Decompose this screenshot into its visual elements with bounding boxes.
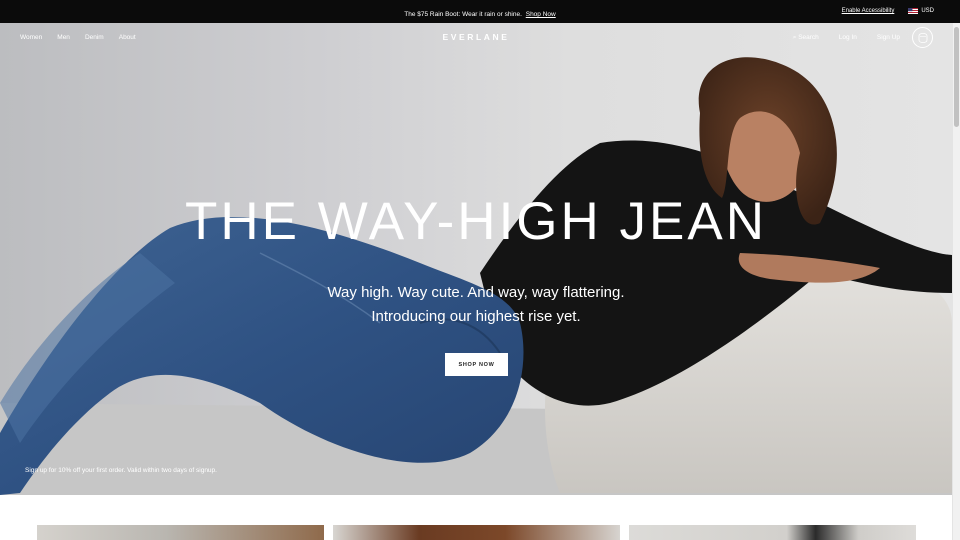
shop-now-button[interactable]: SHOP NOW <box>445 353 508 376</box>
hero-subline: Introducing our highest rise yet. <box>371 308 581 325</box>
category-tile[interactable] <box>629 525 916 540</box>
us-flag-icon <box>908 8 919 14</box>
promo-shop-now-link[interactable]: Shop Now <box>526 11 556 18</box>
search-button[interactable]: ⌕ Search <box>793 34 819 42</box>
hero-photo <box>0 57 952 495</box>
account-nav: ⌕ Search Log In Sign Up <box>793 34 900 42</box>
category-tile[interactable] <box>37 525 324 540</box>
cart-button[interactable] <box>912 27 933 48</box>
scrollbar-thumb[interactable] <box>954 27 959 127</box>
promo-utilities: Enable Accessibility USD <box>842 8 934 14</box>
page-scrollbar[interactable] <box>952 23 960 540</box>
currency-selector[interactable]: USD <box>908 8 934 14</box>
category-tile[interactable] <box>333 525 620 540</box>
signup-offer-note: Sign up for 10% off your first order. Va… <box>25 467 217 474</box>
promo-bar: The $75 Rain Boot: Wear it rain or shine… <box>0 0 960 23</box>
hero-banner[interactable]: Women Men Denim About EVERLANE ⌕ Search … <box>0 23 952 495</box>
enable-accessibility-link[interactable]: Enable Accessibility <box>842 8 895 14</box>
hero-subline: Way high. Way cute. And way, way flatter… <box>327 284 625 301</box>
signup-link[interactable]: Sign Up <box>877 34 900 42</box>
hero-headline: THE WAY-HIGH JEAN <box>184 192 768 251</box>
promo-message: The $75 Rain Boot: Wear it rain or shine… <box>0 11 960 18</box>
cart-icon <box>918 33 928 43</box>
login-link[interactable]: Log In <box>839 34 857 42</box>
currency-label: USD <box>921 8 934 14</box>
promo-text: The $75 Rain Boot: Wear it rain or shine… <box>404 11 522 18</box>
